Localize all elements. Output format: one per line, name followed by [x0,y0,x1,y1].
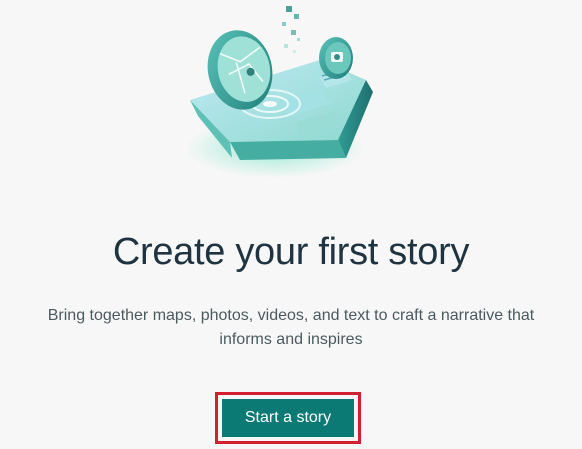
story-illustration-icon [185,6,373,178]
description-line-2: informs and inspires [219,331,363,348]
start-story-button[interactable]: Start a story [222,399,354,437]
page-description: Bring together maps, photos, videos, and… [0,304,582,352]
description-line-1: Bring together maps, photos, videos, and… [47,307,535,324]
page-title: Create your first story [112,231,470,273]
empty-state-page: Create your first story Bring together m… [0,0,582,449]
